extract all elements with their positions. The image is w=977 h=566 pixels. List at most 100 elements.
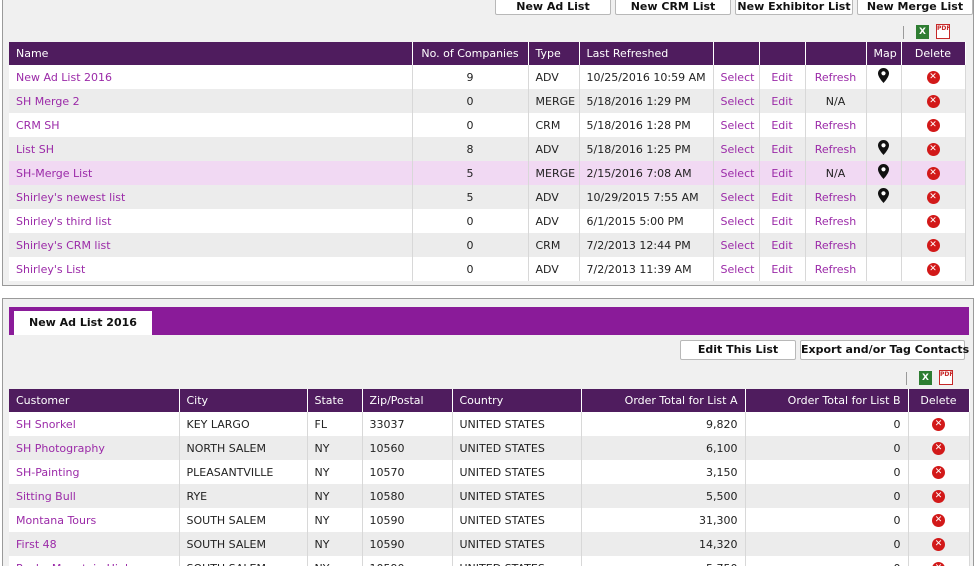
delete-icon[interactable]: ✕: [926, 142, 940, 156]
new-crm-list-button[interactable]: New CRM List: [615, 0, 731, 15]
delete-icon[interactable]: ✕: [932, 561, 945, 566]
delete-icon[interactable]: ✕: [926, 118, 940, 132]
new-merge-list-button[interactable]: New Merge List: [857, 0, 973, 15]
excel-export-icon[interactable]: X: [916, 25, 929, 39]
delete-icon[interactable]: ✕: [926, 238, 940, 252]
edit-link[interactable]: Edit: [759, 257, 806, 281]
edit-link[interactable]: Edit: [759, 113, 806, 137]
select-link[interactable]: Select: [713, 89, 760, 113]
col-city[interactable]: City: [179, 389, 308, 412]
select-link[interactable]: Select: [713, 185, 760, 209]
map-pin-icon[interactable]: [878, 68, 889, 86]
pdf-export-icon[interactable]: PDF: [936, 24, 950, 39]
delete-icon[interactable]: ✕: [932, 513, 945, 527]
select-link[interactable]: Select: [713, 65, 760, 89]
pdf-export-icon[interactable]: PDF: [939, 370, 953, 385]
delete-icon[interactable]: ✕: [926, 262, 940, 276]
refresh-link[interactable]: Refresh: [805, 257, 867, 281]
list-name-link[interactable]: Shirley's third list: [9, 209, 413, 233]
companies-count: 5: [412, 185, 529, 209]
separator: [906, 372, 907, 385]
companies-count: 5: [412, 161, 529, 185]
customer-link[interactable]: SH Photography: [9, 436, 180, 460]
delete-icon[interactable]: ✕: [926, 214, 940, 228]
customer-link[interactable]: First 48: [9, 532, 180, 556]
edit-link[interactable]: Edit: [759, 233, 806, 257]
delete-icon[interactable]: ✕: [926, 70, 940, 84]
lists-header-row: Name No. of Companies Type Last Refreshe…: [9, 42, 966, 65]
tab-new-ad-list-2016[interactable]: New Ad List 2016: [14, 311, 152, 335]
delete-icon[interactable]: ✕: [932, 465, 945, 479]
select-link[interactable]: Select: [713, 233, 760, 257]
map-pin-icon[interactable]: [878, 164, 889, 182]
city: KEY LARGO: [179, 412, 308, 436]
list-name-link[interactable]: CRM SH: [9, 113, 413, 137]
col-state[interactable]: State: [307, 389, 363, 412]
col-delete: Delete: [908, 389, 970, 412]
refresh-link[interactable]: Refresh: [805, 137, 867, 161]
col-customer[interactable]: Customer: [9, 389, 180, 412]
select-link[interactable]: Select: [713, 257, 760, 281]
list-name-link[interactable]: New Ad List 2016: [9, 65, 413, 89]
edit-this-list-button[interactable]: Edit This List: [680, 340, 796, 360]
refresh-link[interactable]: Refresh: [805, 65, 867, 89]
col-total-a[interactable]: Order Total for List A: [581, 389, 746, 412]
delete-icon[interactable]: ✕: [932, 537, 945, 551]
refresh-link[interactable]: Refresh: [805, 185, 867, 209]
customer-link[interactable]: Sitting Bull: [9, 484, 180, 508]
list-name-link[interactable]: SH-Merge List: [9, 161, 413, 185]
col-total-b[interactable]: Order Total for List B: [745, 389, 909, 412]
delete-icon[interactable]: ✕: [932, 417, 945, 431]
customer-link[interactable]: SH-Painting: [9, 460, 180, 484]
order-total-b: 0: [745, 460, 909, 484]
export-tag-contacts-button[interactable]: Export and/or Tag Contacts: [800, 340, 969, 360]
delete-cell: ✕: [901, 233, 966, 257]
col-type[interactable]: Type: [528, 42, 580, 65]
country: UNITED STATES: [452, 460, 582, 484]
col-last-refreshed[interactable]: Last Refreshed: [579, 42, 714, 65]
delete-icon[interactable]: ✕: [932, 489, 945, 503]
col-companies[interactable]: No. of Companies: [412, 42, 529, 65]
delete-icon[interactable]: ✕: [932, 441, 945, 455]
select-link[interactable]: Select: [713, 113, 760, 137]
edit-link[interactable]: Edit: [759, 89, 806, 113]
list-name-link[interactable]: Shirley's List: [9, 257, 413, 281]
map-pin-icon[interactable]: [878, 140, 889, 158]
companies-count: 0: [412, 113, 529, 137]
edit-link[interactable]: Edit: [759, 65, 806, 89]
refresh-link[interactable]: Refresh: [805, 209, 867, 233]
edit-link[interactable]: Edit: [759, 185, 806, 209]
delete-icon[interactable]: ✕: [926, 166, 940, 180]
delete-icon[interactable]: ✕: [926, 190, 940, 204]
customer-link[interactable]: Rocky Mountain High: [9, 556, 180, 566]
select-link[interactable]: Select: [713, 161, 760, 185]
list-name-link[interactable]: SH Merge 2: [9, 89, 413, 113]
new-ad-list-button[interactable]: New Ad List: [495, 0, 611, 15]
edit-link[interactable]: Edit: [759, 161, 806, 185]
list-type: MERGE: [528, 161, 580, 185]
map-pin-icon[interactable]: [878, 188, 889, 206]
col-zip[interactable]: Zip/Postal: [362, 389, 453, 412]
list-name-link[interactable]: Shirley's newest list: [9, 185, 413, 209]
customer-link[interactable]: SH Snorkel: [9, 412, 180, 436]
select-link[interactable]: Select: [713, 209, 760, 233]
new-exhibitor-list-button[interactable]: New Exhibitor List: [735, 0, 853, 15]
table-row: SH Photography NORTH SALEM NY 10560 UNITED S…: [9, 436, 970, 460]
edit-link[interactable]: Edit: [759, 137, 806, 161]
customer-link[interactable]: Montana Tours: [9, 508, 180, 532]
refresh-link[interactable]: Refresh: [805, 113, 867, 137]
state: FL: [307, 412, 363, 436]
col-country[interactable]: Country: [452, 389, 582, 412]
refresh-na: N/A: [805, 89, 867, 113]
zip-postal: 10560: [362, 436, 453, 460]
delete-icon[interactable]: ✕: [926, 94, 940, 108]
last-refreshed: 5/18/2016 1:28 PM: [579, 113, 714, 137]
refresh-link[interactable]: Refresh: [805, 233, 867, 257]
list-name-link[interactable]: List SH: [9, 137, 413, 161]
edit-link[interactable]: Edit: [759, 209, 806, 233]
col-name[interactable]: Name: [9, 42, 413, 65]
excel-export-icon[interactable]: X: [919, 371, 932, 385]
list-name-link[interactable]: Shirley's CRM list: [9, 233, 413, 257]
select-link[interactable]: Select: [713, 137, 760, 161]
table-row: List SH 8 ADV 5/18/2016 1:25 PM Select Edit Re…: [9, 137, 966, 161]
